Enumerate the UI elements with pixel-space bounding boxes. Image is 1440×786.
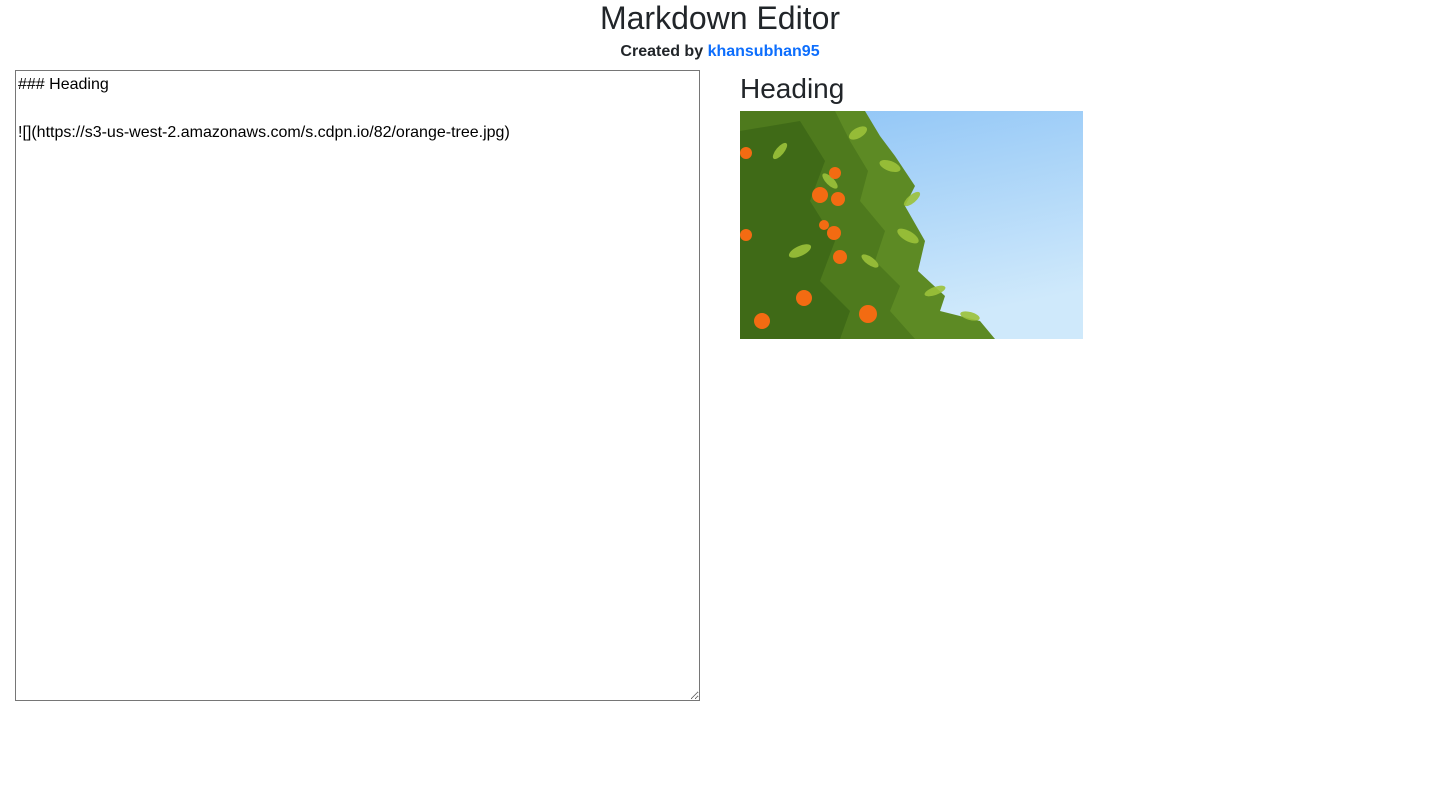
page-title: Markdown Editor bbox=[599, 0, 841, 36]
markdown-preview: Heading bbox=[740, 70, 1420, 339]
markdown-input[interactable] bbox=[15, 70, 700, 701]
preview-heading: Heading bbox=[740, 73, 845, 104]
byline-prefix: Created by bbox=[620, 43, 704, 60]
byline: Created by khansubhan95 bbox=[0, 42, 1440, 62]
orange-tree-image bbox=[740, 111, 1083, 339]
author-link[interactable]: khansubhan95 bbox=[708, 43, 820, 60]
page: Markdown Editor Created by khansubhan95 … bbox=[0, 0, 1440, 786]
